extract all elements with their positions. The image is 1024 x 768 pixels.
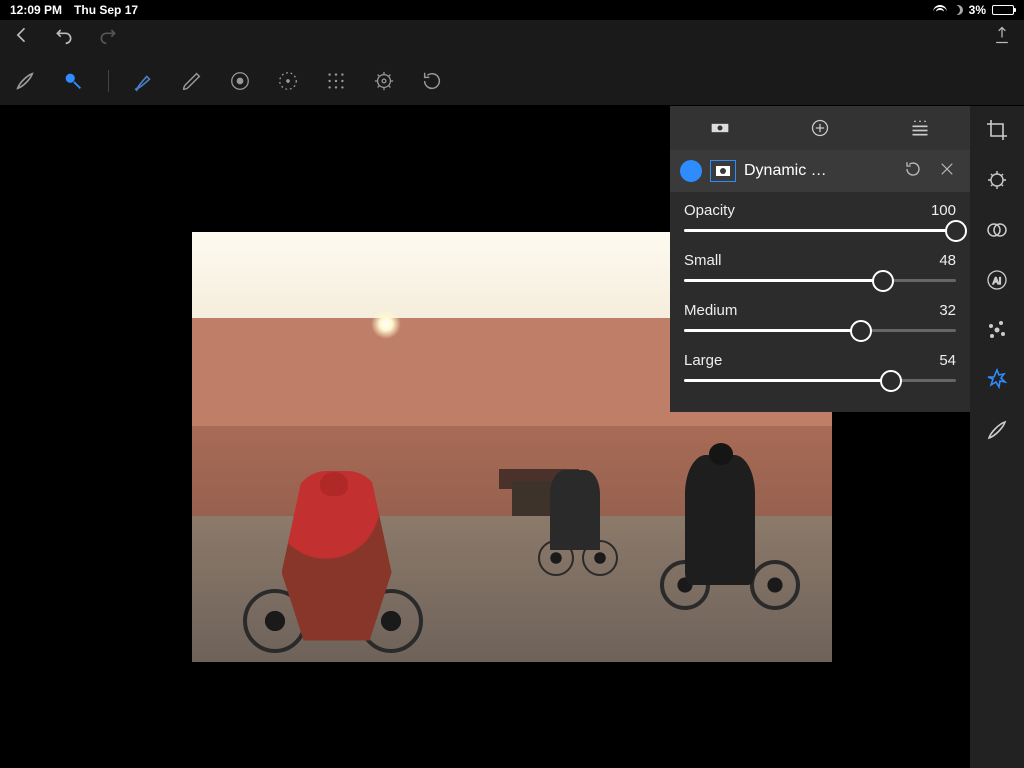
radial-tool[interactable] — [227, 68, 253, 94]
export-button[interactable] — [992, 24, 1012, 52]
crop-tool[interactable] — [983, 116, 1011, 144]
slider-label: Opacity — [684, 202, 735, 219]
filter-reset-icon[interactable] — [900, 160, 926, 183]
status-date: Thu Sep 17 — [74, 3, 138, 17]
slider-label: Medium — [684, 302, 737, 319]
redo-button[interactable] — [96, 25, 120, 51]
brush-panel-tool[interactable] — [983, 416, 1011, 444]
magic-wand-tool[interactable] — [60, 68, 86, 94]
dnd-moon-icon — [953, 5, 963, 15]
filter-panel: Dynamic … Opacity 100 Small 48 — [670, 106, 970, 412]
filter-title[interactable]: Dynamic … — [744, 162, 892, 180]
brush-tool[interactable] — [12, 68, 38, 94]
undo-button[interactable] — [52, 25, 76, 51]
battery-icon — [992, 5, 1014, 15]
slider-value: 54 — [939, 352, 956, 369]
sliders-section: Opacity 100 Small 48 Medium 32 — [670, 192, 970, 412]
slider-label: Small — [684, 252, 722, 269]
wifi-icon — [933, 5, 947, 15]
grid-tool[interactable] — [323, 68, 349, 94]
adjust-tool[interactable] — [983, 166, 1011, 194]
filter-color-dot[interactable] — [680, 160, 702, 182]
gradient-tab[interactable] — [871, 106, 970, 150]
scatter-tool[interactable] — [983, 316, 1011, 344]
slider-medium[interactable]: Medium 32 — [684, 302, 956, 332]
slider-large[interactable]: Large 54 — [684, 352, 956, 382]
tool-bar — [0, 56, 1024, 106]
mask-tab[interactable] — [671, 106, 770, 150]
status-bar: 12:09 PM Thu Sep 17 3% — [0, 0, 1024, 20]
filter-header: Dynamic … — [670, 150, 970, 192]
overlay-tool[interactable] — [983, 216, 1011, 244]
add-tab[interactable] — [771, 106, 870, 150]
reset-tool[interactable] — [419, 68, 445, 94]
status-time: 12:09 PM — [10, 3, 62, 17]
svg-text:AI: AI — [993, 276, 1002, 286]
slider-small[interactable]: Small 48 — [684, 252, 956, 282]
battery-percent: 3% — [969, 3, 986, 17]
fx-tool[interactable] — [983, 366, 1011, 394]
tool-divider — [108, 70, 109, 92]
eraser-tool[interactable] — [179, 68, 205, 94]
slider-value: 48 — [939, 252, 956, 269]
nav-bar — [0, 20, 1024, 56]
back-button[interactable] — [12, 25, 32, 51]
slider-label: Large — [684, 352, 722, 369]
slider-value: 32 — [939, 302, 956, 319]
filter-mask-icon[interactable] — [710, 160, 736, 182]
filter-close-icon[interactable] — [934, 160, 960, 183]
right-toolbar: AI — [970, 106, 1024, 768]
dotted-circle-tool[interactable] — [275, 68, 301, 94]
settings-tool[interactable] — [371, 68, 397, 94]
slider-value: 100 — [931, 202, 956, 219]
slider-opacity[interactable]: Opacity 100 — [684, 202, 956, 232]
ai-tool[interactable]: AI — [983, 266, 1011, 294]
paint-tool[interactable] — [131, 68, 157, 94]
panel-tabs — [670, 106, 970, 150]
